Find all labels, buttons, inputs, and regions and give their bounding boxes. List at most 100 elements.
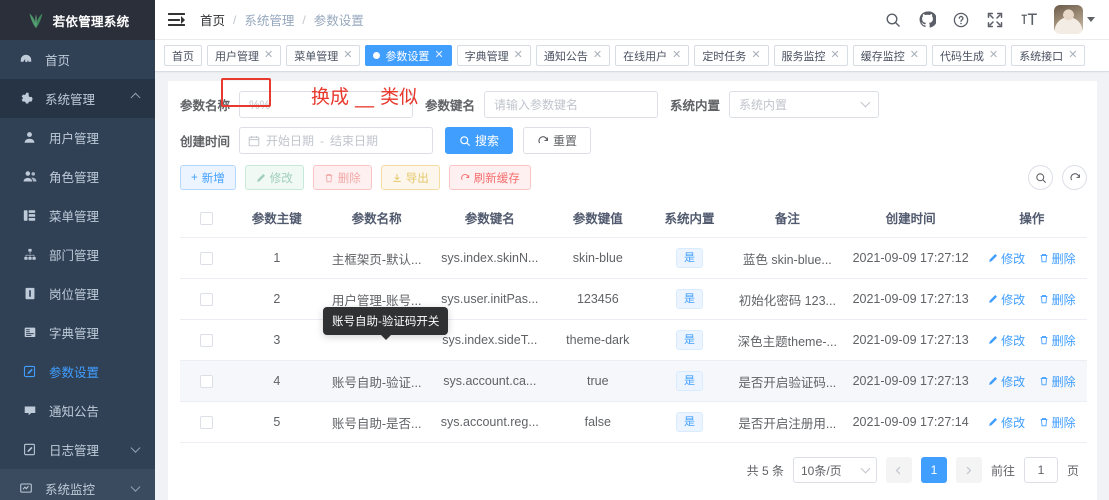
param-name-input[interactable]: %% — [239, 91, 414, 118]
prev-page-button[interactable] — [885, 457, 912, 483]
page-number-1[interactable]: 1 — [920, 457, 947, 483]
avatar[interactable] — [1054, 5, 1083, 34]
tag-user-management[interactable]: 用户管理 ✕ — [207, 45, 282, 66]
row-edit-link[interactable]: 修改 — [988, 414, 1025, 431]
create-time-daterange[interactable]: 开始日期 - 结束日期 — [239, 127, 434, 154]
refresh-icon[interactable] — [1062, 165, 1087, 190]
close-icon[interactable]: ✕ — [514, 50, 523, 61]
navbar-actions — [884, 5, 1099, 34]
row-delete-link[interactable]: 删除 — [1039, 414, 1076, 431]
cell-remark: 蓝色 skin-blue... — [730, 237, 845, 279]
table-head: 参数主键 参数名称 参数键名 参数键值 系统内置 备注 创建时间 操作 — [180, 198, 1087, 238]
delete-button[interactable]: 删除 — [312, 165, 372, 190]
tag-dict-management[interactable]: 字典管理 ✕ — [456, 45, 531, 66]
jump-page-input[interactable]: 1 — [1023, 457, 1058, 483]
question-circle-icon[interactable] — [952, 11, 970, 29]
table-row[interactable]: 2 用户管理-账号... sys.user.initPas... 123456 … — [180, 278, 1087, 320]
sidebar-item-system-monitor[interactable]: 系统监控 — [0, 469, 155, 500]
tag-service-monitor[interactable]: 服务监控 ✕ — [773, 45, 848, 66]
chevron-down-icon[interactable] — [1087, 17, 1095, 22]
table-row[interactable]: 3 sys.index.sideT... theme-dark 是 深色主题th… — [180, 319, 1087, 361]
tag-param-settings[interactable]: 参数设置 ✕ — [365, 45, 452, 66]
page-size-select[interactable]: 10条/页 — [792, 457, 877, 483]
sidebar-item-log-management[interactable]: 日志管理 — [0, 430, 155, 469]
export-button[interactable]: 导出 — [380, 165, 440, 190]
close-icon[interactable]: ✕ — [751, 50, 760, 61]
font-size-icon[interactable] — [1020, 11, 1038, 29]
search-icon[interactable] — [884, 11, 902, 29]
breadcrumb-item-param-settings[interactable]: 参数设置 — [313, 10, 365, 29]
sidebar-item-label: 参数设置 — [49, 366, 100, 380]
tag-label: 在线用户 — [623, 50, 668, 63]
user-menu[interactable] — [1054, 5, 1095, 34]
sidebar-menu: 首页 系统管理 用户管理 角色管理 菜单管理 部门管理 岗位管理 字典管理 参数… — [0, 40, 155, 500]
close-icon[interactable]: ✕ — [910, 50, 919, 61]
sidebar-item-notice[interactable]: 通知公告 — [0, 391, 155, 430]
tag-system-api[interactable]: 系统接口 ✕ — [1011, 45, 1086, 66]
table-row[interactable]: 1 主框架页-默认... sys.index.skinN... skin-blu… — [180, 237, 1087, 279]
sidebar-logo[interactable]: 若依管理系统 — [0, 0, 155, 40]
tag-home[interactable]: 首页 — [164, 45, 202, 66]
row-edit-link[interactable]: 修改 — [988, 291, 1025, 308]
field-builtin: 系统内置 系统内置 — [670, 91, 880, 118]
next-page-button[interactable] — [955, 457, 982, 483]
sidebar-item-user-management[interactable]: 用户管理 — [0, 118, 155, 157]
search-button[interactable]: 搜索 — [445, 127, 514, 154]
sidebar-item-role-management[interactable]: 角色管理 — [0, 157, 155, 196]
tag-menu-management[interactable]: 菜单管理 ✕ — [286, 45, 361, 66]
add-button[interactable]: + 新增 — [180, 165, 236, 190]
cell-builtin: 是 — [648, 401, 731, 443]
chevron-down-icon — [860, 463, 871, 473]
tag-online-users[interactable]: 在线用户 ✕ — [615, 45, 690, 66]
breadcrumb-item-system[interactable]: 系统管理 — [243, 10, 295, 29]
sidebar-toggle-icon[interactable] — [168, 12, 185, 27]
row-checkbox[interactable] — [199, 252, 213, 266]
sidebar-item-dict-management[interactable]: 字典管理 — [0, 313, 155, 352]
tag-label: 缓存监控 — [860, 50, 905, 63]
close-icon[interactable]: ✕ — [593, 50, 602, 61]
sidebar-logo-text: 若依管理系统 — [52, 14, 130, 29]
select-all-checkbox[interactable] — [199, 211, 213, 225]
builtin-select[interactable]: 系统内置 — [729, 91, 880, 118]
sidebar-item-post-management[interactable]: 岗位管理 — [0, 274, 155, 313]
row-delete-link[interactable]: 删除 — [1039, 332, 1076, 349]
param-key-input[interactable]: 请输入参数键名 — [484, 91, 659, 118]
row-edit-link[interactable]: 修改 — [988, 373, 1025, 390]
row-checkbox[interactable] — [199, 375, 213, 389]
close-icon[interactable]: ✕ — [434, 50, 443, 61]
row-delete-link[interactable]: 删除 — [1039, 291, 1076, 308]
close-icon[interactable]: ✕ — [1068, 50, 1077, 61]
tag-scheduled-tasks[interactable]: 定时任务 ✕ — [694, 45, 769, 66]
close-icon[interactable]: ✕ — [672, 50, 681, 61]
edit-button[interactable]: 修改 — [244, 165, 304, 190]
close-icon[interactable]: ✕ — [343, 50, 352, 61]
sidebar-item-param-settings[interactable]: 参数设置 — [0, 352, 155, 391]
row-delete-link[interactable]: 删除 — [1039, 373, 1076, 390]
reset-button[interactable]: 重置 — [523, 127, 592, 154]
close-icon[interactable]: ✕ — [264, 50, 273, 61]
breadcrumb-item-home[interactable]: 首页 — [199, 10, 226, 29]
github-icon[interactable] — [918, 11, 936, 29]
row-delete-link[interactable]: 删除 — [1039, 250, 1076, 267]
search-toggle-icon[interactable] — [1028, 165, 1053, 190]
gear-icon — [17, 91, 34, 107]
row-edit-link[interactable]: 修改 — [988, 332, 1025, 349]
status-badge: 是 — [676, 248, 703, 268]
table-row[interactable]: 4 账号自助-验证... sys.account.ca... true 是 是否… — [180, 360, 1087, 402]
row-edit-link[interactable]: 修改 — [988, 250, 1025, 267]
close-icon[interactable]: ✕ — [831, 50, 840, 61]
fullscreen-icon[interactable] — [986, 11, 1004, 29]
refresh-cache-button[interactable]: 刷新缓存 — [448, 165, 531, 190]
tag-cache-monitor[interactable]: 缓存监控 ✕ — [852, 45, 927, 66]
close-icon[interactable]: ✕ — [989, 50, 998, 61]
row-checkbox[interactable] — [199, 293, 213, 307]
sidebar-item-dept-management[interactable]: 部门管理 — [0, 235, 155, 274]
tag-code-generation[interactable]: 代码生成 ✕ — [931, 45, 1007, 66]
tag-notice[interactable]: 通知公告 ✕ — [535, 45, 611, 66]
table-row[interactable]: 5 账号自助-是否... sys.account.reg... false 是 … — [180, 401, 1087, 443]
sidebar-item-system-management[interactable]: 系统管理 — [0, 79, 155, 118]
row-checkbox[interactable] — [199, 334, 213, 348]
sidebar-item-menu-management[interactable]: 菜单管理 — [0, 196, 155, 235]
row-checkbox[interactable] — [199, 416, 213, 430]
sidebar-item-home[interactable]: 首页 — [0, 40, 155, 79]
